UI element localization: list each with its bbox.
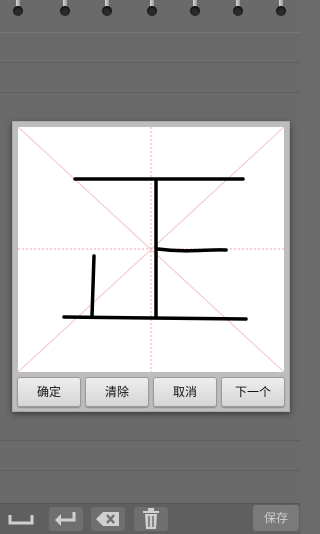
binder-ring [190,0,200,16]
backspace-icon[interactable] [91,507,125,531]
binder-ring [102,0,112,16]
binder-ring [276,0,286,16]
confirm-button[interactable]: 确定 [17,377,81,407]
space-icon[interactable] [4,507,38,531]
next-button[interactable]: 下一个 [221,377,285,407]
trash-icon[interactable] [134,507,168,531]
cancel-button[interactable]: 取消 [153,377,217,407]
binder-ring [13,0,23,16]
binder-ring [233,0,243,16]
binder-ring [60,0,70,16]
handwriting-canvas[interactable] [18,127,284,372]
stroke [156,247,228,253]
stroke [62,315,248,321]
writing-grid [18,127,284,372]
save-button[interactable]: 保存 [253,505,299,531]
clear-button[interactable]: 清除 [85,377,149,407]
handwriting-dialog: 确定 清除 取消 下一个 [12,121,290,412]
stroke [90,254,96,318]
enter-icon[interactable] [49,507,83,531]
binder-ring [147,0,157,16]
